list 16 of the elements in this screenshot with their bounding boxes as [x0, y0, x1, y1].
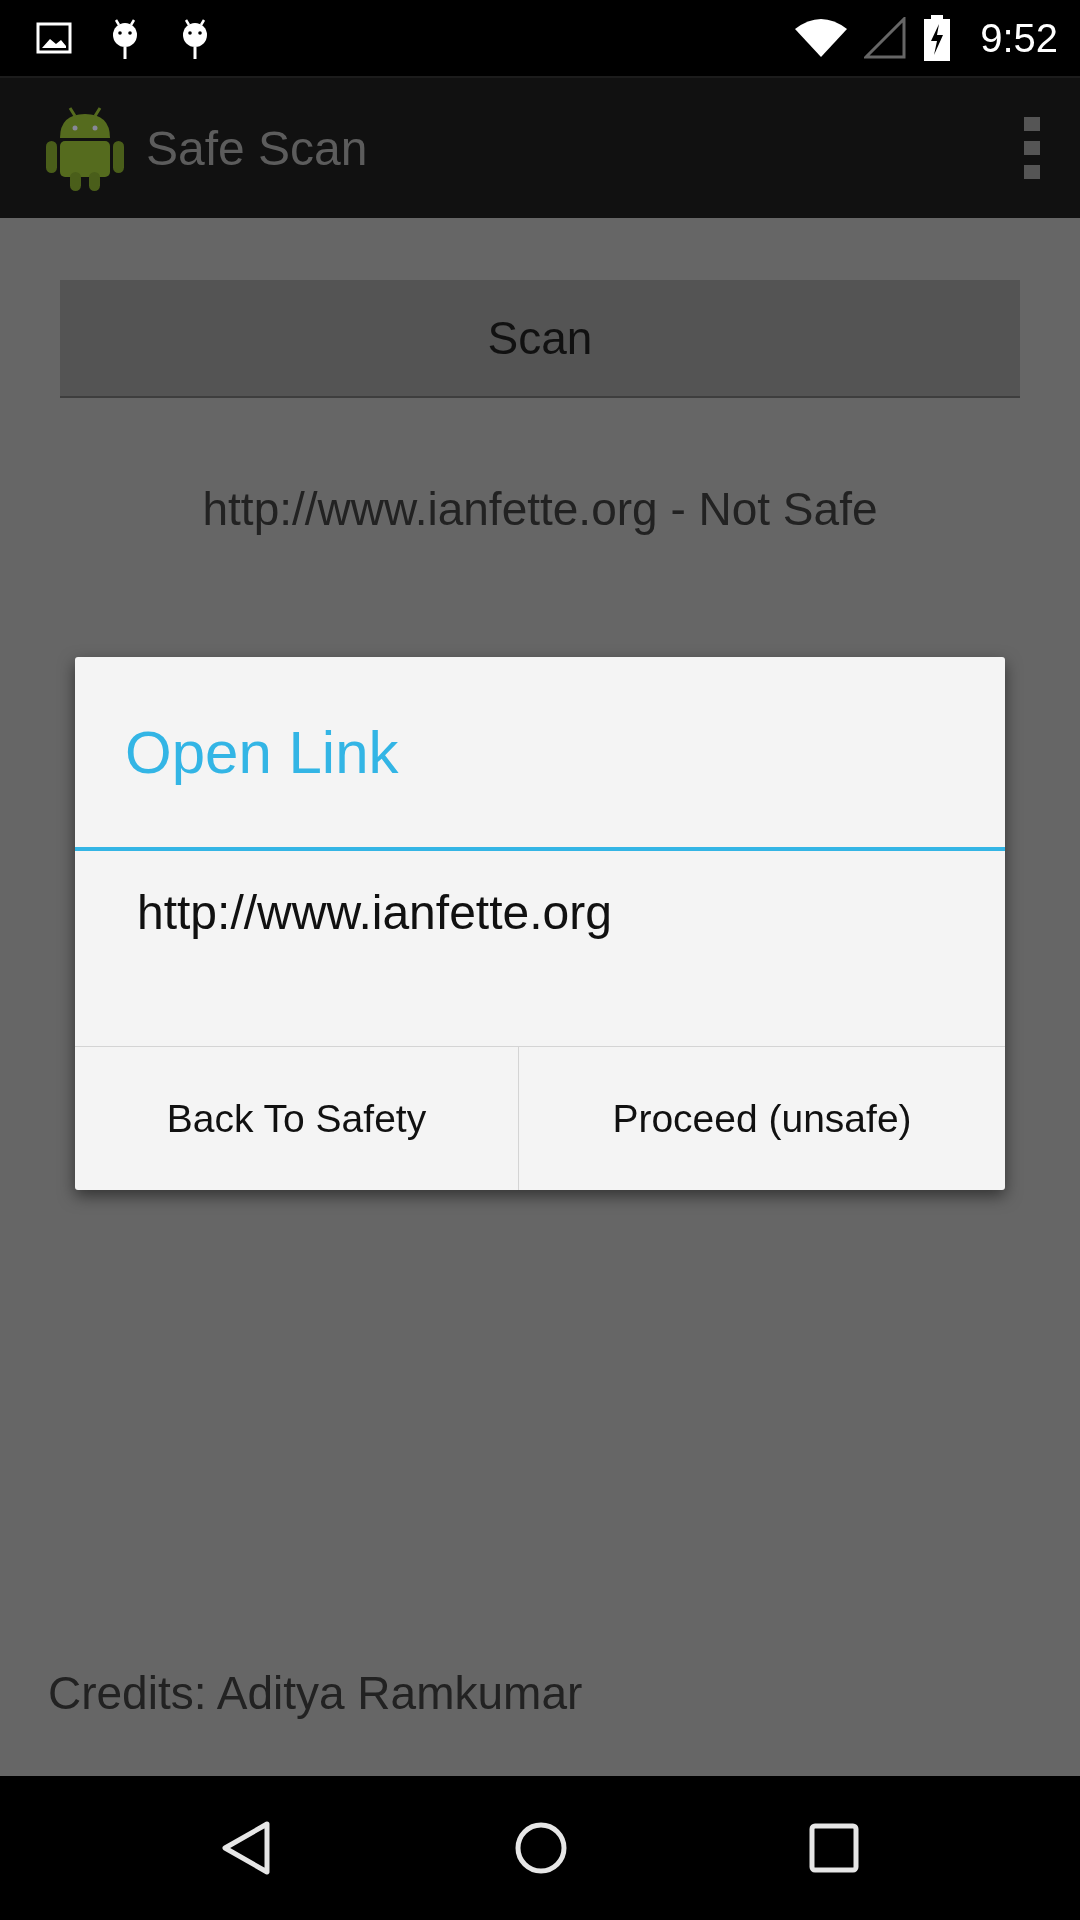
- scan-result: http://www.ianfette.org - Not Safe: [201, 482, 879, 536]
- app-title: Safe Scan: [146, 120, 369, 176]
- battery-charging-icon: [922, 15, 953, 61]
- recents-icon[interactable]: [809, 1823, 860, 1873]
- image-icon: [36, 22, 72, 54]
- back-icon[interactable]: [220, 1820, 273, 1876]
- clock-time: 9:52: [980, 15, 1058, 61]
- dialog-title: Open Link: [75, 657, 1005, 851]
- home-icon[interactable]: [514, 1821, 568, 1875]
- overflow-menu-icon[interactable]: [1024, 117, 1040, 179]
- signal-icon: [864, 17, 907, 59]
- wifi-icon: [794, 17, 849, 59]
- dialog-button[interactable]: Back To Safety: [75, 1047, 518, 1190]
- dialog-message: http://www.ianfette.org: [75, 851, 1005, 1047]
- dialog-button[interactable]: Proceed (unsafe): [517, 1047, 1005, 1190]
- credits-text: Credits: Aditya Ramkumar: [48, 1666, 584, 1720]
